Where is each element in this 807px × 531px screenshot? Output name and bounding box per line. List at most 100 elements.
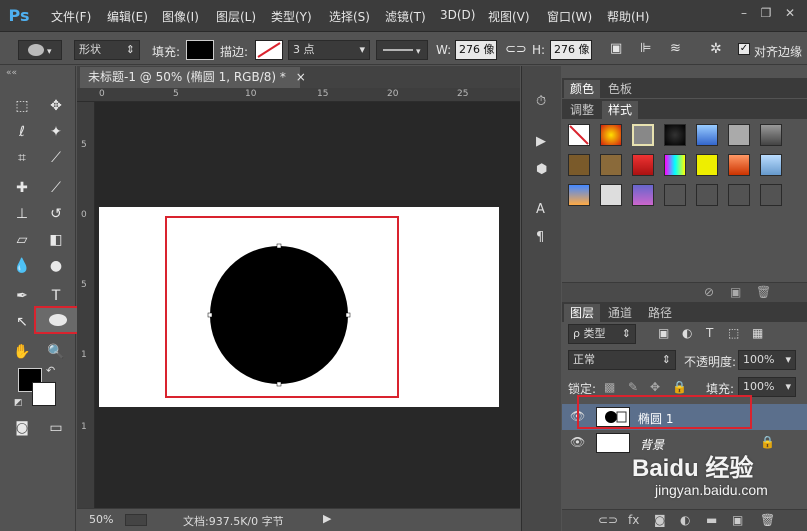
style-swatch[interactable] [600, 124, 622, 146]
delete-layer-icon[interactable]: 🗑 [760, 513, 775, 527]
marquee-tool-icon[interactable]: ⬚ [12, 96, 32, 116]
paragraph-panel-icon[interactable]: ¶ [536, 230, 544, 245]
type-tool-icon[interactable]: T [46, 286, 66, 306]
style-swatch[interactable] [664, 154, 686, 176]
hand-tool-icon[interactable]: ✋ [12, 342, 32, 362]
healing-brush-tool-icon[interactable]: ✚ [12, 178, 32, 198]
style-swatch[interactable] [664, 124, 686, 146]
restore-icon[interactable]: ❐ [758, 6, 774, 20]
character-panel-icon[interactable]: A [536, 202, 545, 217]
fill-opacity-field[interactable]: 100% ▾ [738, 377, 796, 397]
opacity-field[interactable]: 100% ▾ [738, 350, 796, 370]
delete-style-icon[interactable]: 🗑 [756, 285, 771, 299]
style-swatch[interactable] [664, 184, 686, 206]
adjustment-layer-icon[interactable]: ◐ [680, 513, 690, 527]
lock-transparent-icon[interactable]: ▩ [604, 380, 615, 394]
style-swatch[interactable] [760, 124, 782, 146]
collapse-icon[interactable]: «« [6, 68, 17, 78]
lock-pixels-icon[interactable]: ✎ [628, 380, 638, 394]
3d-panel-icon[interactable]: ⬢ [536, 162, 547, 177]
style-swatch[interactable] [728, 124, 750, 146]
crop-tool-icon[interactable]: ⌗ [12, 148, 32, 168]
pen-tool-icon[interactable]: ✒ [12, 286, 32, 306]
background-color[interactable] [32, 382, 56, 406]
tab-color[interactable]: 颜色 [564, 80, 601, 98]
menu-type[interactable]: 类型(Y) [271, 8, 312, 25]
lasso-tool-icon[interactable]: ℓ [12, 122, 32, 142]
filter-type-icon[interactable]: T [706, 326, 713, 340]
eyedropper-tool-icon[interactable]: ⟋ [46, 148, 66, 168]
style-swatch[interactable] [728, 184, 750, 206]
style-swatch[interactable] [696, 124, 718, 146]
fill-swatch[interactable] [186, 40, 214, 60]
eraser-tool-icon[interactable]: ▱ [12, 230, 32, 250]
menu-3d[interactable]: 3D(D) [440, 8, 475, 22]
dodge-tool-icon[interactable]: ● [46, 256, 66, 276]
style-swatch[interactable] [760, 184, 782, 206]
tab-styles[interactable]: 样式 [602, 101, 639, 119]
menu-edit[interactable]: 编辑(E) [107, 8, 148, 25]
path-operations-icon[interactable]: ▣ [610, 41, 622, 56]
history-brush-tool-icon[interactable]: ↺ [46, 204, 66, 224]
filter-smart-object-icon[interactable]: ▦ [752, 326, 763, 340]
stroke-type-select[interactable]: ▾ [376, 40, 428, 60]
lock-all-icon[interactable]: 🔒 [672, 380, 687, 394]
clone-stamp-tool-icon[interactable]: ⊥ [12, 204, 32, 224]
brush-tool-icon[interactable]: ⟋ [46, 178, 66, 198]
default-colors-icon[interactable]: ◩ [14, 398, 23, 408]
menu-window[interactable]: 窗口(W) [547, 8, 592, 25]
tool-preset-picker[interactable]: ▾ [18, 40, 62, 60]
stroke-swatch[interactable] [255, 40, 283, 60]
path-alignment-icon[interactable]: ⊫ [640, 41, 651, 56]
lock-position-icon[interactable]: ✥ [650, 380, 660, 394]
history-panel-icon[interactable]: ⏱ [536, 94, 546, 109]
menu-view[interactable]: 视图(V) [488, 8, 530, 25]
style-swatch[interactable] [728, 154, 750, 176]
align-edges-checkbox[interactable]: ✓ [738, 43, 750, 55]
tab-channels[interactable]: 通道 [602, 304, 638, 322]
tab-swatches[interactable]: 色板 [602, 80, 638, 98]
filter-adjustment-icon[interactable]: ◐ [682, 326, 692, 340]
swap-colors-icon[interactable]: ↶ [46, 364, 55, 377]
menu-layer[interactable]: 图层(L) [216, 8, 256, 25]
tab-layers[interactable]: 图层 [564, 304, 601, 322]
actions-panel-icon[interactable]: ▶ [536, 134, 546, 149]
style-swatch[interactable] [696, 154, 718, 176]
tab-close-icon[interactable]: × [296, 70, 306, 84]
link-icon[interactable]: ⊂⊃ [505, 42, 527, 57]
link-layers-icon[interactable]: ⊂⊃ [598, 513, 618, 527]
menu-select[interactable]: 选择(S) [329, 8, 370, 25]
mode-select[interactable]: 形状 ⇕ [74, 40, 140, 60]
clear-style-icon[interactable]: ⊘ [704, 285, 714, 299]
menu-file[interactable]: 文件(F) [51, 8, 91, 25]
document-tab[interactable]: 未标题-1 @ 50% (椭圆 1, RGB/8) * × [80, 67, 306, 88]
screen-mode-icon[interactable]: ▭ [46, 418, 66, 438]
style-swatch[interactable] [600, 154, 622, 176]
new-group-icon[interactable]: ▬ [706, 513, 717, 527]
style-swatch-none[interactable] [568, 124, 590, 146]
zoom-level[interactable]: 50% [89, 513, 113, 526]
gear-icon[interactable]: ✲ [710, 41, 722, 57]
path-arrangement-icon[interactable]: ≋ [670, 41, 681, 56]
height-field[interactable]: 276 像 [550, 40, 592, 60]
quick-mask-icon[interactable]: ◙ [12, 418, 32, 438]
new-style-icon[interactable]: ▣ [730, 285, 741, 299]
path-selection-tool-icon[interactable]: ↖ [12, 312, 32, 332]
filter-pixel-icon[interactable]: ▣ [658, 326, 669, 340]
menu-help[interactable]: 帮助(H) [607, 8, 649, 25]
blur-tool-icon[interactable]: 💧 [12, 256, 32, 276]
tab-paths[interactable]: 路径 [642, 304, 678, 322]
menu-image[interactable]: 图像(I) [162, 8, 199, 25]
layer-style-icon[interactable]: fx [628, 513, 639, 527]
minimize-icon[interactable]: – [736, 6, 752, 20]
style-swatch[interactable] [760, 154, 782, 176]
add-mask-icon[interactable]: ◙ [654, 513, 666, 527]
style-swatch[interactable] [632, 184, 654, 206]
gradient-tool-icon[interactable]: ◧ [46, 230, 66, 250]
menu-filter[interactable]: 滤镜(T) [385, 8, 426, 25]
style-swatch[interactable] [600, 184, 622, 206]
new-layer-icon[interactable]: ▣ [732, 513, 743, 527]
move-tool-icon[interactable]: ✥ [46, 96, 66, 116]
blend-mode-select[interactable]: 正常 ⇕ [568, 350, 676, 370]
visibility-eye-icon[interactable]: 👁 [570, 435, 585, 449]
